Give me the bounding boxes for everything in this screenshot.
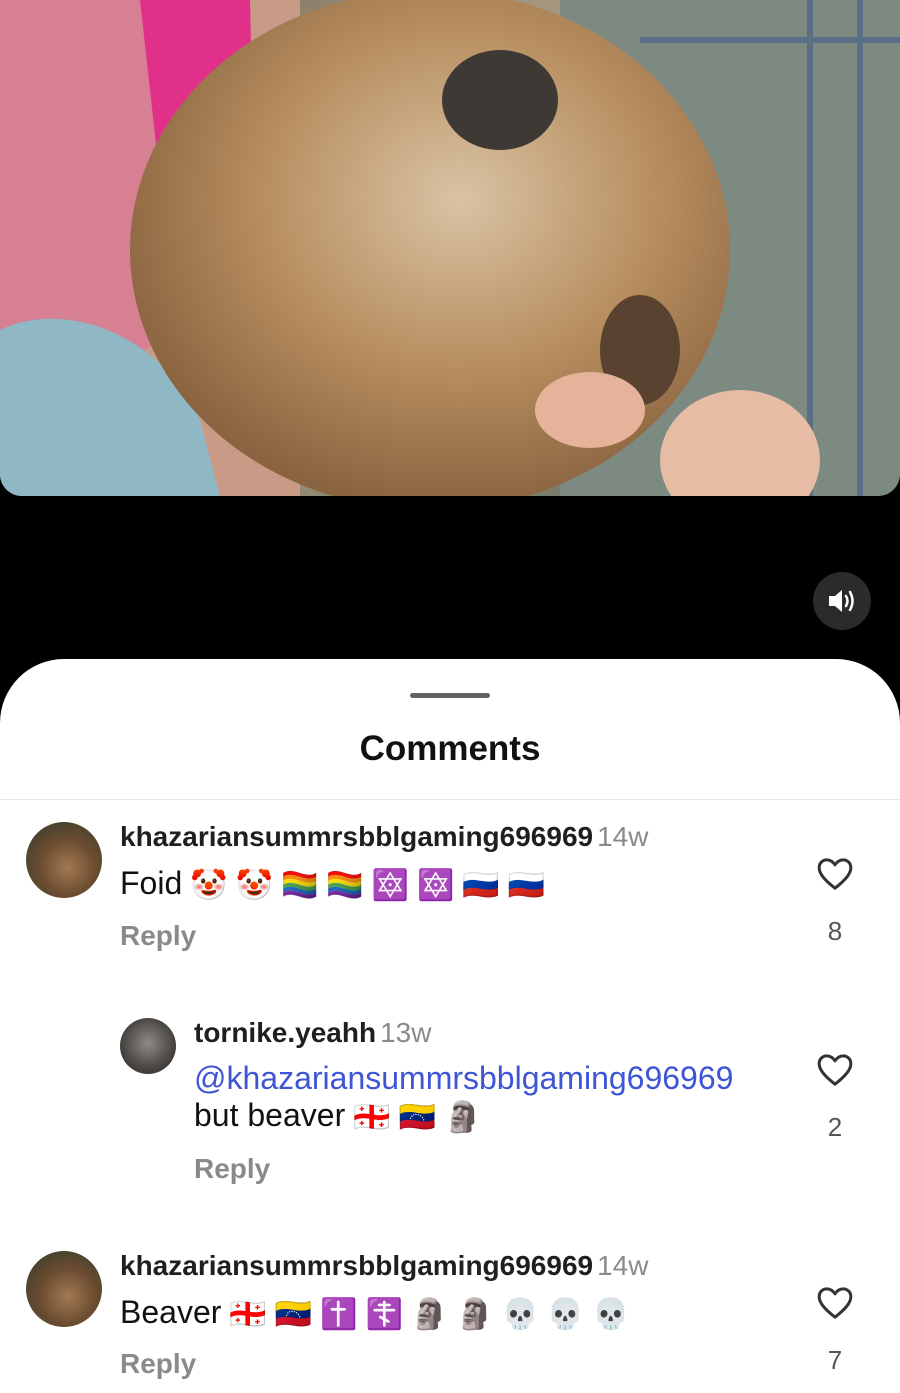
emoji: 🤡 — [190, 868, 228, 902]
video-player[interactable] — [0, 0, 900, 496]
emoji: 🇬🇪 — [353, 1100, 391, 1134]
mention-link[interactable]: @khazariansummrsbblgaming696969 — [194, 1060, 733, 1096]
emoji: 🔯 — [417, 868, 455, 902]
emoji: 🇷🇺 — [462, 868, 500, 902]
comment-body: Foid — [120, 865, 183, 901]
emoji: 🏳️‍🌈 — [280, 868, 319, 902]
emoji: 💀 — [501, 1297, 539, 1331]
timestamp: 14w — [597, 821, 649, 852]
like-count: 2 — [827, 1112, 843, 1142]
comments-sheet: Comments khazariansummrsbblgaming696969 1… — [0, 659, 900, 1393]
reply-button[interactable]: Reply — [194, 1153, 270, 1185]
comment-text: Foid 🤡 🤡 🏳️‍🌈 🏳️‍🌈 🔯 🔯 🇷🇺 🇷🇺 — [120, 864, 545, 905]
timestamp: 14w — [597, 1250, 649, 1281]
username[interactable]: tornike.yeahh — [194, 1017, 376, 1048]
emoji: 🇻🇪 — [398, 1100, 436, 1134]
heart-icon[interactable] — [815, 1283, 855, 1323]
comment-text: Beaver 🇬🇪 🇻🇪 ✝️ ☦️ 🗿 🗿 💀 💀 💀 — [120, 1293, 630, 1334]
like-count: 7 — [827, 1345, 843, 1375]
sound-toggle-button[interactable] — [813, 572, 871, 630]
emoji: 🇻🇪 — [274, 1297, 313, 1331]
emoji: 🗿 — [410, 1297, 449, 1331]
sheet-title: Comments — [359, 729, 541, 768]
emoji: 🔯 — [371, 868, 410, 902]
heart-icon[interactable] — [815, 854, 855, 894]
emoji: 💀 — [546, 1297, 585, 1331]
video-frame — [0, 0, 900, 496]
reply-button[interactable]: Reply — [120, 920, 196, 952]
comment-meta: khazariansummrsbblgaming696969 14w — [120, 821, 648, 853]
comment-text: @khazariansummrsbblgaming696969 — [194, 1059, 733, 1097]
comment-body: but beaver — [194, 1097, 346, 1133]
timestamp: 13w — [380, 1017, 432, 1048]
drag-handle[interactable] — [410, 693, 490, 698]
comment-text: but beaver 🇬🇪 🇻🇪 🗿 — [194, 1096, 481, 1137]
emoji: 🤡 — [235, 868, 273, 902]
speaker-icon — [829, 590, 854, 612]
emoji: 🇷🇺 — [507, 868, 546, 902]
reply-button[interactable]: Reply — [120, 1348, 196, 1380]
username[interactable]: khazariansummrsbblgaming696969 — [120, 1250, 593, 1281]
emoji: 🇬🇪 — [229, 1297, 267, 1331]
avatar[interactable] — [120, 1018, 176, 1074]
heart-icon[interactable] — [815, 1050, 855, 1090]
emoji: 🗿 — [443, 1100, 482, 1134]
divider — [0, 799, 900, 800]
emoji: 💀 — [592, 1297, 630, 1331]
comment-meta: tornike.yeahh 13w — [194, 1017, 431, 1049]
emoji: ☦️ — [365, 1297, 403, 1331]
emoji: 🗿 — [456, 1297, 494, 1331]
avatar[interactable] — [26, 1251, 102, 1327]
like-count: 8 — [827, 916, 843, 946]
emoji: ✝️ — [320, 1297, 358, 1331]
comment-meta: khazariansummrsbblgaming696969 14w — [120, 1250, 648, 1282]
comment-body: Beaver — [120, 1294, 222, 1330]
username[interactable]: khazariansummrsbblgaming696969 — [120, 821, 593, 852]
emoji: 🏳️‍🌈 — [326, 868, 364, 902]
avatar[interactable] — [26, 822, 102, 898]
